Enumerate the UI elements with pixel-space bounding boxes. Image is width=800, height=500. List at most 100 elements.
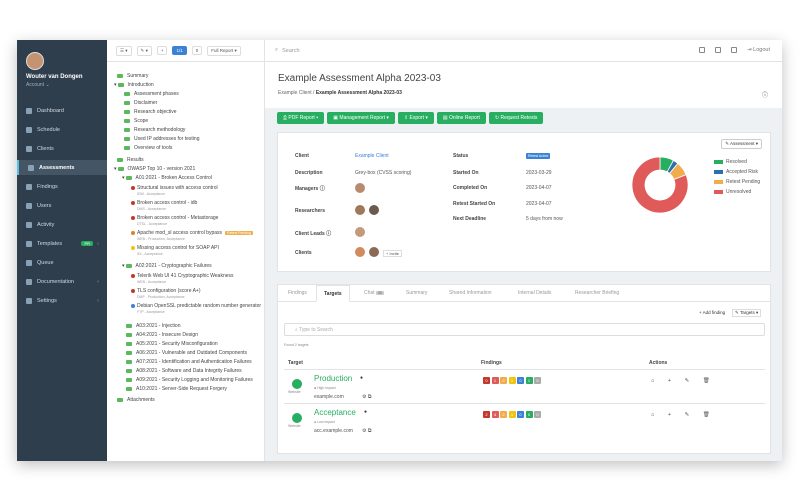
tree-attachments[interactable]: Attachments	[117, 397, 155, 403]
bell-off-icon[interactable]	[699, 47, 706, 53]
finding-item[interactable]: Broken access control - Metastorage	[131, 215, 218, 221]
tree-item[interactable]: Overview of tools	[124, 145, 172, 151]
tab-chat[interactable]: Chat 20	[364, 290, 384, 296]
row-actions[interactable]: ⌂ + ✎ 🗑	[651, 378, 716, 384]
export-button[interactable]: ⇪ Export ▾	[397, 112, 434, 124]
chevron-left-icon: ‹	[97, 240, 99, 247]
plus-button[interactable]: +	[156, 46, 168, 55]
count-critical: 0	[483, 377, 490, 384]
account-link[interactable]: Account ⌄	[26, 82, 102, 88]
tree-category[interactable]: A03:2021 - Injection	[126, 323, 180, 329]
website-icon	[292, 413, 302, 423]
researcher-avatar[interactable]	[369, 205, 379, 215]
finding-item[interactable]: Missing access control for SOAP API	[131, 245, 219, 251]
edit-icon[interactable]: ⚙ ⧉	[362, 394, 371, 400]
col-actions: Actions	[649, 360, 668, 366]
finding-item[interactable]: Telerik Web UI 41 Cryptographic Weakness	[131, 273, 234, 279]
tree-owasp[interactable]: ▾ OWASP Top 10 - version 2021	[114, 166, 195, 172]
invite-button[interactable]: + Invite	[383, 250, 403, 257]
edit-icon[interactable]: ⚙ ⧉	[362, 428, 371, 434]
templates-badge: PR	[81, 241, 93, 246]
tree-item[interactable]: Used IP addresses for testing	[124, 136, 200, 142]
tree-item[interactable]: Research objective	[124, 109, 177, 115]
tree-category[interactable]: A07:2021 - Identification and Authentica…	[126, 359, 252, 365]
manager-avatar[interactable]	[355, 183, 365, 193]
findings-counts: 2421000	[483, 411, 543, 418]
tree-item[interactable]: Research methodology	[124, 127, 185, 133]
nav-clients[interactable]: Clients	[17, 141, 107, 156]
managers-label: Managers ⓘ	[295, 186, 325, 192]
tree-item[interactable]: Scope	[124, 118, 148, 124]
assessment-dropdown[interactable]: ✎ Assessment ▾	[721, 139, 762, 149]
report-select[interactable]: Full Report ▾	[207, 45, 241, 56]
tree-category[interactable]: A05:2021 - Security Misconfiguration	[126, 341, 218, 347]
online-report-button[interactable]: ▤ Online Report	[436, 112, 486, 124]
target-name-link[interactable]: Acceptance	[314, 408, 356, 417]
nav-users[interactable]: Users	[17, 198, 107, 213]
finding-item[interactable]: Broken access control - idb	[131, 200, 197, 206]
breadcrumb-client[interactable]: Example Client	[278, 90, 312, 96]
nav-settings[interactable]: Settings ‹	[17, 293, 107, 308]
request-retests-button[interactable]: ↻ Request Retests	[488, 112, 544, 124]
count-button[interactable]: 1/1	[172, 46, 187, 55]
targets-dropdown[interactable]: ✎ Targets ▾	[732, 309, 762, 317]
activity-icon	[26, 221, 32, 228]
tree-category[interactable]: A08:2021 - Software and Data Integrity F…	[126, 368, 242, 374]
tree-a02[interactable]: ▾ A02:2021 - Cryptographic Failures	[122, 263, 212, 269]
avatar[interactable]	[26, 52, 44, 70]
page-header: Example Assessment Alpha 2023-03 Example…	[265, 62, 782, 108]
tree-a01[interactable]: ▾ A01:2021 - Broken Access Control	[122, 175, 212, 181]
finding-item[interactable]: TLS configuration (score A+)	[131, 288, 201, 294]
nav-findings[interactable]: Findings	[17, 179, 107, 194]
tree-item[interactable]: Assessment phases	[124, 91, 179, 97]
nav-queue[interactable]: Queue	[17, 255, 107, 270]
target-name-link[interactable]: Production	[314, 374, 352, 383]
targets-search-input[interactable]: ⌕ Type to Search	[284, 323, 765, 336]
tab-findings[interactable]: Findings	[288, 290, 307, 296]
client-lead-avatar[interactable]	[355, 227, 365, 237]
pdf-report-button[interactable]: ⎙ PDF Report ▾	[277, 112, 325, 124]
tools-button[interactable]: ✎ ▾	[136, 45, 152, 56]
tab-researcher-briefing[interactable]: Researcher Briefing	[575, 290, 619, 296]
tab-summary[interactable]: Summary	[406, 290, 427, 296]
inbox-icon[interactable]	[715, 47, 722, 53]
nav-templates[interactable]: Templates PR ‹	[17, 236, 107, 251]
found-count: Found 2 targets	[284, 343, 309, 347]
info-icon[interactable]: ⓘ	[762, 90, 768, 99]
tree-menu-button[interactable]: ☰ ▾	[116, 45, 132, 56]
client-avatar[interactable]	[355, 247, 365, 257]
nav-assessments[interactable]: Assessments	[17, 160, 107, 175]
tree-category[interactable]: A06:2021 - Vulnerable and Outdated Compo…	[126, 350, 247, 356]
tree-results[interactable]: Results	[117, 157, 144, 163]
row-actions[interactable]: ⌂ + ✎ 🗑	[651, 412, 716, 418]
bell-icon[interactable]	[731, 47, 738, 53]
tree-category[interactable]: A04:2021 - Insecure Design	[126, 332, 198, 338]
researcher-avatar[interactable]	[355, 205, 365, 215]
tree-item[interactable]: Disclaimer	[124, 100, 157, 106]
tree-introduction[interactable]: ▾ Introduction	[114, 82, 154, 88]
tree-summary[interactable]: Summary	[117, 73, 148, 79]
tree-category[interactable]: A10:2021 - Server-Side Request Forgery	[126, 386, 227, 392]
client-value[interactable]: Example Client	[355, 153, 389, 159]
tab-shared-information[interactable]: Shared Information	[449, 290, 492, 296]
count-resolved: 1	[525, 377, 533, 384]
client-avatar[interactable]	[369, 247, 379, 257]
tree-category[interactable]: A09:2021 - Security Logging and Monitori…	[126, 377, 253, 383]
tab-targets[interactable]: Targets	[316, 285, 350, 302]
zero-button[interactable]: 0	[191, 46, 203, 55]
finding-item[interactable]: Debian OpenSSL predictable random number…	[131, 303, 261, 309]
calendar-icon	[26, 126, 32, 133]
search-input[interactable]: Search	[282, 48, 299, 54]
add-finding-button[interactable]: + Add finding	[699, 310, 725, 315]
nav-schedule[interactable]: Schedule	[17, 122, 107, 137]
nav-dashboard[interactable]: Dashboard	[17, 103, 107, 118]
finding-item[interactable]: Structural issues with access control	[131, 185, 218, 191]
tab-internal-details[interactable]: Internal Details	[518, 290, 551, 296]
logout-button[interactable]: ⇥ Logout	[747, 47, 770, 53]
finding-item[interactable]: Apache mod_sl access control bypass Retes…	[131, 230, 253, 236]
management-report-button[interactable]: ▣ Management Report ▾	[327, 112, 395, 124]
info-icon[interactable]: ●	[360, 375, 363, 381]
nav-activity[interactable]: Activity	[17, 217, 107, 232]
info-icon[interactable]: ●	[364, 409, 367, 415]
nav-documentation[interactable]: Documentation ‹	[17, 274, 107, 289]
